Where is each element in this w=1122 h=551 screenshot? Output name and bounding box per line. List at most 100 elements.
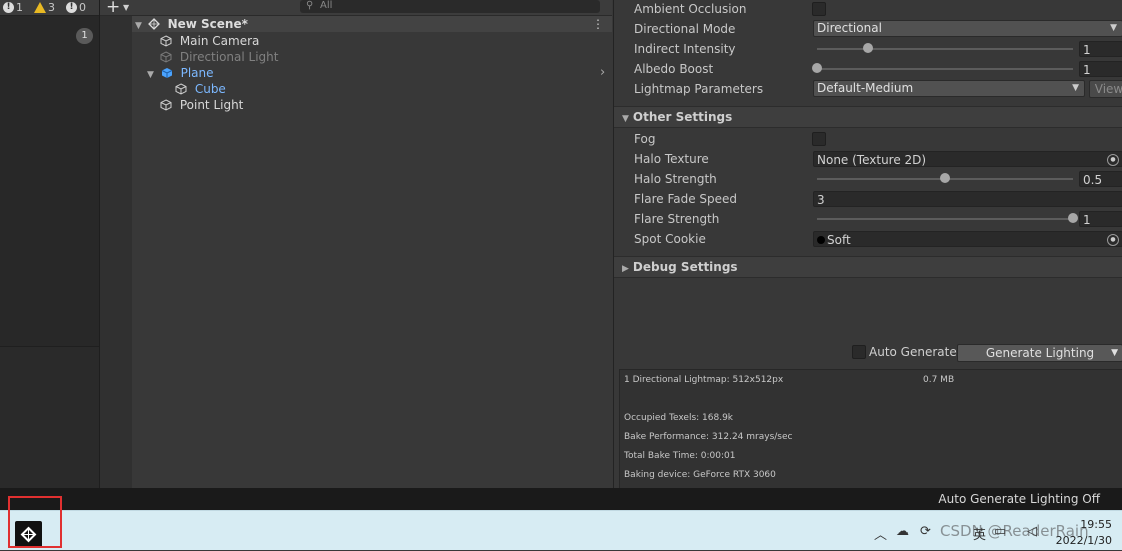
- gameobject-cube-icon: [160, 51, 172, 63]
- albedo-boost-field[interactable]: 1: [1079, 61, 1122, 77]
- lightmap-summary: 1 Directional Lightmap: 512x512px: [624, 375, 784, 385]
- taskbar: ︿ ☁ ⟳ 英 ▭ ◁ CSDN @ReaderRain 19:55 2022/…: [0, 510, 1122, 550]
- debug-settings-title: Debug Settings: [632, 260, 738, 274]
- ambient-occlusion-checkbox[interactable]: [812, 2, 826, 16]
- halo-strength-label: Halo Strength: [634, 172, 717, 186]
- hierarchy-item-label: Point Light: [179, 98, 244, 112]
- hierarchy-toolbar: + ▼ ⚲ All: [100, 0, 612, 17]
- status-message: Auto Generate Lighting Off: [938, 492, 1100, 506]
- hierarchy-item-point-light[interactable]: Point Light: [160, 97, 243, 113]
- lightmap-parameters-dropdown[interactable]: Default-Medium ▼: [813, 80, 1085, 97]
- spot-cookie-label: Spot Cookie: [634, 232, 706, 246]
- prefab-cube-icon: [161, 68, 172, 78]
- lightmap-parameters-value: Default-Medium: [817, 81, 914, 95]
- scene-menu-icon[interactable]: ⋮: [592, 16, 604, 32]
- status-bar: Auto Generate Lighting Off: [0, 488, 1122, 510]
- console-panel: ! 1 3 ! 0 1: [0, 0, 100, 489]
- auto-generate-checkbox[interactable]: [852, 345, 866, 359]
- baking-device: Baking device: GeForce RTX 3060: [624, 470, 776, 480]
- directional-mode-label: Directional Mode: [634, 22, 736, 36]
- dropdown-arrow-icon: ▼: [1072, 83, 1079, 93]
- generate-lighting-button[interactable]: Generate Lighting ▼: [957, 344, 1122, 362]
- warning-icon: [34, 2, 46, 13]
- directional-mode-dropdown[interactable]: Directional ▼: [813, 20, 1122, 37]
- search-icon: ⚲: [306, 0, 314, 11]
- halo-texture-field[interactable]: None (Texture 2D) ●: [813, 151, 1122, 167]
- albedo-boost-label: Albedo Boost: [634, 62, 714, 76]
- error-count: 0: [79, 1, 86, 14]
- info-count-toggle[interactable]: ! 1: [0, 1, 26, 14]
- albedo-boost-track: [817, 68, 1073, 70]
- indirect-intensity-field[interactable]: 1: [1079, 41, 1122, 57]
- clock-date[interactable]: 2022/1/30: [1056, 534, 1112, 547]
- indirect-intensity-label: Indirect Intensity: [634, 42, 736, 56]
- console-toolbar: ! 1 3 ! 0: [0, 0, 99, 16]
- directional-mode-value: Directional: [817, 21, 882, 35]
- object-picker-icon[interactable]: ●: [1107, 154, 1119, 166]
- hierarchy-search-input[interactable]: ⚲ All: [300, 0, 600, 13]
- flare-fade-speed-field[interactable]: 3: [813, 191, 1122, 207]
- hierarchy-item-cube[interactable]: Cube: [175, 81, 226, 97]
- hierarchy-item-label: Plane: [180, 66, 214, 80]
- highlight-box: [8, 496, 62, 548]
- albedo-boost-slider[interactable]: [812, 63, 822, 73]
- halo-strength-field[interactable]: 0.5: [1079, 171, 1122, 187]
- spot-cookie-field[interactable]: Soft ●: [813, 231, 1122, 247]
- unity-scene-icon: [147, 18, 160, 30]
- halo-strength-slider[interactable]: [940, 173, 950, 183]
- dropdown-arrow-icon[interactable]: ▼: [1111, 345, 1118, 361]
- expand-triangle-icon[interactable]: ▼: [135, 21, 142, 31]
- gameobject-cube-icon: [160, 35, 172, 47]
- view-button[interactable]: View: [1089, 80, 1122, 98]
- hierarchy-item-label: Directional Light: [179, 50, 279, 64]
- console-detail-area: [0, 346, 99, 489]
- clock-time[interactable]: 19:55: [1080, 518, 1112, 531]
- flare-fade-speed-label: Flare Fade Speed: [634, 192, 738, 206]
- flare-strength-label: Flare Strength: [634, 212, 720, 226]
- info-icon: !: [3, 2, 14, 13]
- fog-checkbox[interactable]: [812, 132, 826, 146]
- info-count: 1: [16, 1, 23, 14]
- flare-strength-slider[interactable]: [1068, 213, 1078, 223]
- indirect-intensity-track: [817, 48, 1073, 50]
- scene-name: New Scene*: [167, 17, 248, 31]
- lightmap-parameters-label: Lightmap Parameters: [634, 82, 764, 96]
- debug-settings-header[interactable]: ▶ Debug Settings: [614, 256, 1122, 278]
- other-settings-header[interactable]: ▼ Other Settings: [614, 106, 1122, 128]
- cookie-texture-icon: [817, 236, 825, 244]
- chevron-down-icon[interactable]: ▼: [123, 3, 129, 12]
- hierarchy-item-directional-light[interactable]: Directional Light: [160, 49, 279, 65]
- spot-cookie-value: Soft: [827, 233, 851, 247]
- halo-texture-value: None (Texture 2D): [817, 153, 927, 167]
- lightmap-size: 0.7 MB: [923, 375, 955, 385]
- gameobject-cube-icon: [160, 99, 172, 111]
- warning-count-toggle[interactable]: 3: [31, 1, 58, 14]
- dropdown-arrow-icon: ▼: [1110, 23, 1117, 33]
- warning-count: 3: [48, 1, 55, 14]
- chevron-up-icon[interactable]: ︿: [874, 524, 887, 543]
- hierarchy-item-label: Cube: [194, 82, 226, 96]
- chevron-right-icon[interactable]: ›: [600, 65, 605, 80]
- auto-generate-label: Auto Generate: [869, 345, 957, 359]
- expand-triangle-icon[interactable]: ▼: [147, 70, 154, 80]
- hierarchy-gutter: [100, 16, 132, 488]
- add-object-button[interactable]: +: [106, 0, 120, 17]
- flare-strength-field[interactable]: 1: [1079, 211, 1122, 227]
- collapse-triangle-icon: ▶: [622, 264, 629, 274]
- object-picker-icon[interactable]: ●: [1107, 234, 1119, 246]
- hierarchy-item-plane[interactable]: ▼ Plane: [147, 65, 214, 81]
- lightmap-stats-panel: 1 Directional Lightmap: 512x512px 0.7 MB…: [619, 369, 1122, 490]
- error-count-toggle[interactable]: ! 0: [63, 1, 89, 14]
- lighting-panel: Ambient Occlusion Directional Mode Direc…: [613, 0, 1122, 490]
- search-placeholder: All: [320, 0, 333, 11]
- error-icon: !: [66, 2, 77, 13]
- cloud-icon[interactable]: ☁: [896, 524, 909, 539]
- bake-performance: Bake Performance: 312.24 mrays/sec: [624, 432, 793, 442]
- total-bake-time: Total Bake Time: 0:00:01: [624, 451, 736, 461]
- indirect-intensity-slider[interactable]: [863, 43, 874, 53]
- hierarchy-item-main-camera[interactable]: Main Camera: [160, 33, 259, 49]
- sync-icon[interactable]: ⟳: [920, 524, 931, 539]
- scene-row[interactable]: ▼ New Scene* ⋮: [132, 16, 612, 32]
- expand-triangle-icon: ▼: [622, 114, 629, 124]
- other-settings-title: Other Settings: [632, 110, 733, 124]
